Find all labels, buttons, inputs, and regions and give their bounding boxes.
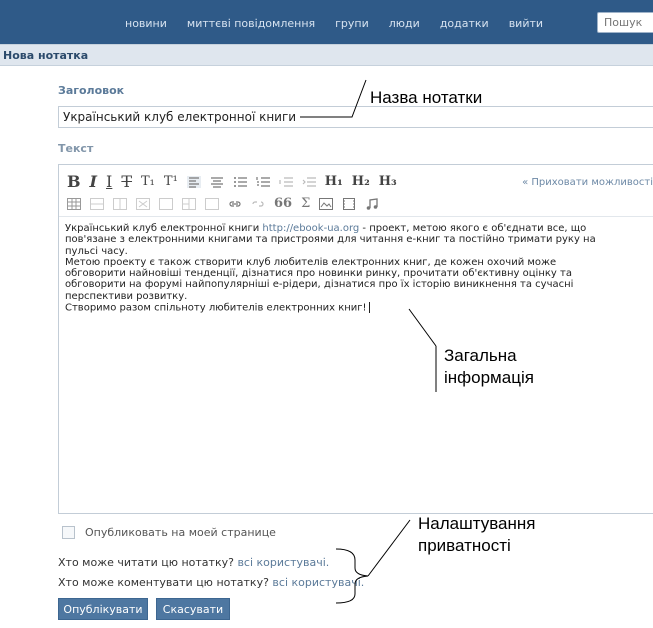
- subscript-button[interactable]: T₁: [141, 173, 155, 191]
- nav-instant-messages[interactable]: миттєві повідомлення: [187, 17, 315, 30]
- editor-line: пульсі часу.: [65, 245, 128, 257]
- rich-text-editor: B I I T T₁ T¹ H₁ H₂ H₃ « Приховати можли…: [58, 164, 653, 514]
- editor-line: обговорити на форумі найпопулярніші е-рі…: [65, 279, 574, 291]
- search-box: [597, 12, 653, 33]
- publish-on-page-row: Опубликовать на моей странице: [62, 526, 276, 539]
- top-navigation-bar: новини миттєві повідомлення групи люди д…: [0, 0, 653, 44]
- body-link[interactable]: http://ebook-ua.org: [262, 223, 359, 234]
- who-can-comment-label: Хто може коментувати цю нотатку?: [58, 576, 269, 589]
- nav-news[interactable]: новини: [125, 17, 167, 30]
- publish-button[interactable]: Опублікувати: [58, 598, 148, 620]
- heading-1-button[interactable]: H₁: [325, 173, 343, 191]
- body-text: - проект, метою якого є об'єднати все, щ…: [359, 223, 587, 234]
- editor-line: Український клуб електронної книги http:…: [65, 223, 653, 234]
- text-cursor: [368, 302, 370, 314]
- table-col-icon[interactable]: [113, 198, 127, 210]
- italic-button[interactable]: I: [90, 173, 97, 191]
- heading-2-button[interactable]: H₂: [352, 173, 370, 191]
- quote-button[interactable]: 66: [274, 195, 292, 213]
- table-delete-icon[interactable]: [136, 198, 150, 210]
- publish-on-page-label: Опубликовать на моей странице: [85, 526, 276, 539]
- table-merge-icon[interactable]: [159, 198, 173, 210]
- page-title-bar: Нова нотатка: [0, 44, 653, 66]
- privacy-leader-line: [367, 519, 411, 577]
- table-split-icon[interactable]: [182, 198, 196, 210]
- strikethrough-button[interactable]: T: [121, 173, 132, 191]
- image-icon[interactable]: [319, 198, 334, 210]
- indent-icon[interactable]: [302, 176, 316, 188]
- annotation-info-note-1: Загальна: [444, 346, 517, 365]
- search-input[interactable]: [598, 13, 653, 32]
- title-label: Заголовок: [58, 84, 125, 97]
- link-icon[interactable]: [228, 198, 242, 210]
- editor-line: пов'язане з електронними книгами та прис…: [65, 234, 596, 246]
- editor-toolbar: B I I T T₁ T¹ H₁ H₂ H₃ « Приховати можли…: [59, 165, 653, 217]
- who-can-read-row: Хто може читати цю нотатку? всі користув…: [58, 556, 329, 569]
- who-can-read-label: Хто може читати цю нотатку?: [58, 556, 234, 569]
- annotation-privacy-note-1: Налаштування: [418, 514, 536, 533]
- nav-groups[interactable]: групи: [335, 17, 369, 30]
- annotation-title-note: Назва нотатки: [370, 88, 483, 107]
- nav-people[interactable]: люди: [389, 17, 420, 30]
- publish-on-page-checkbox[interactable]: [62, 526, 75, 539]
- title-input[interactable]: [59, 107, 653, 127]
- outdent-icon[interactable]: [279, 176, 293, 188]
- page-title: Нова нотатка: [3, 49, 89, 62]
- who-can-read-value[interactable]: всі користувачі.: [237, 556, 329, 569]
- annotation-privacy-note-2: приватності: [418, 536, 511, 555]
- bulleted-list-icon[interactable]: [233, 176, 247, 188]
- main-nav: новини миттєві повідомлення групи люди д…: [125, 17, 563, 30]
- editor-line: Метою проекту є також створити клуб люби…: [65, 256, 557, 268]
- text-label: Текст: [58, 142, 94, 155]
- align-center-icon[interactable]: [210, 176, 224, 188]
- who-can-comment-value[interactable]: всі користувачі.: [272, 576, 364, 589]
- title-field: [58, 106, 653, 128]
- editor-line: перспективи розвитку.: [65, 290, 188, 302]
- formula-button[interactable]: Σ: [301, 195, 310, 213]
- underline-button[interactable]: I: [106, 173, 112, 191]
- nav-logout[interactable]: вийти: [509, 17, 543, 30]
- body-text: Український клуб електронної книги: [65, 223, 263, 234]
- editor-content[interactable]: Український клуб електронної книги http:…: [65, 223, 653, 314]
- audio-icon[interactable]: [365, 198, 379, 210]
- heading-3-button[interactable]: H₃: [379, 173, 397, 191]
- table-icon[interactable]: [67, 198, 81, 210]
- hide-options-link[interactable]: « Приховати можливості: [522, 177, 653, 188]
- toolbar-row-formatting: B I I T T₁ T¹ H₁ H₂ H₃: [67, 173, 406, 191]
- annotation-info-note-2: інформація: [444, 368, 534, 387]
- table-props-icon[interactable]: [205, 198, 219, 210]
- unlink-icon[interactable]: [251, 198, 265, 210]
- toolbar-row-insert: 66 Σ: [67, 195, 388, 213]
- nav-apps[interactable]: додатки: [440, 17, 489, 30]
- table-row-icon[interactable]: [90, 198, 104, 210]
- video-icon[interactable]: [342, 198, 356, 210]
- bold-button[interactable]: B: [67, 173, 81, 191]
- who-can-comment-row: Хто може коментувати цю нотатку? всі кор…: [58, 576, 364, 589]
- editor-line-last: Створимо разом спільноту любителів елект…: [65, 302, 653, 314]
- body-text: Створимо разом спільноту любителів елект…: [65, 302, 367, 314]
- align-left-icon[interactable]: [186, 176, 201, 188]
- superscript-button[interactable]: T¹: [164, 173, 178, 191]
- numbered-list-icon[interactable]: [256, 176, 270, 188]
- editor-line: обговорити найновіші тенденції, дізнатис…: [65, 268, 572, 280]
- cancel-button[interactable]: Скасувати: [156, 598, 230, 620]
